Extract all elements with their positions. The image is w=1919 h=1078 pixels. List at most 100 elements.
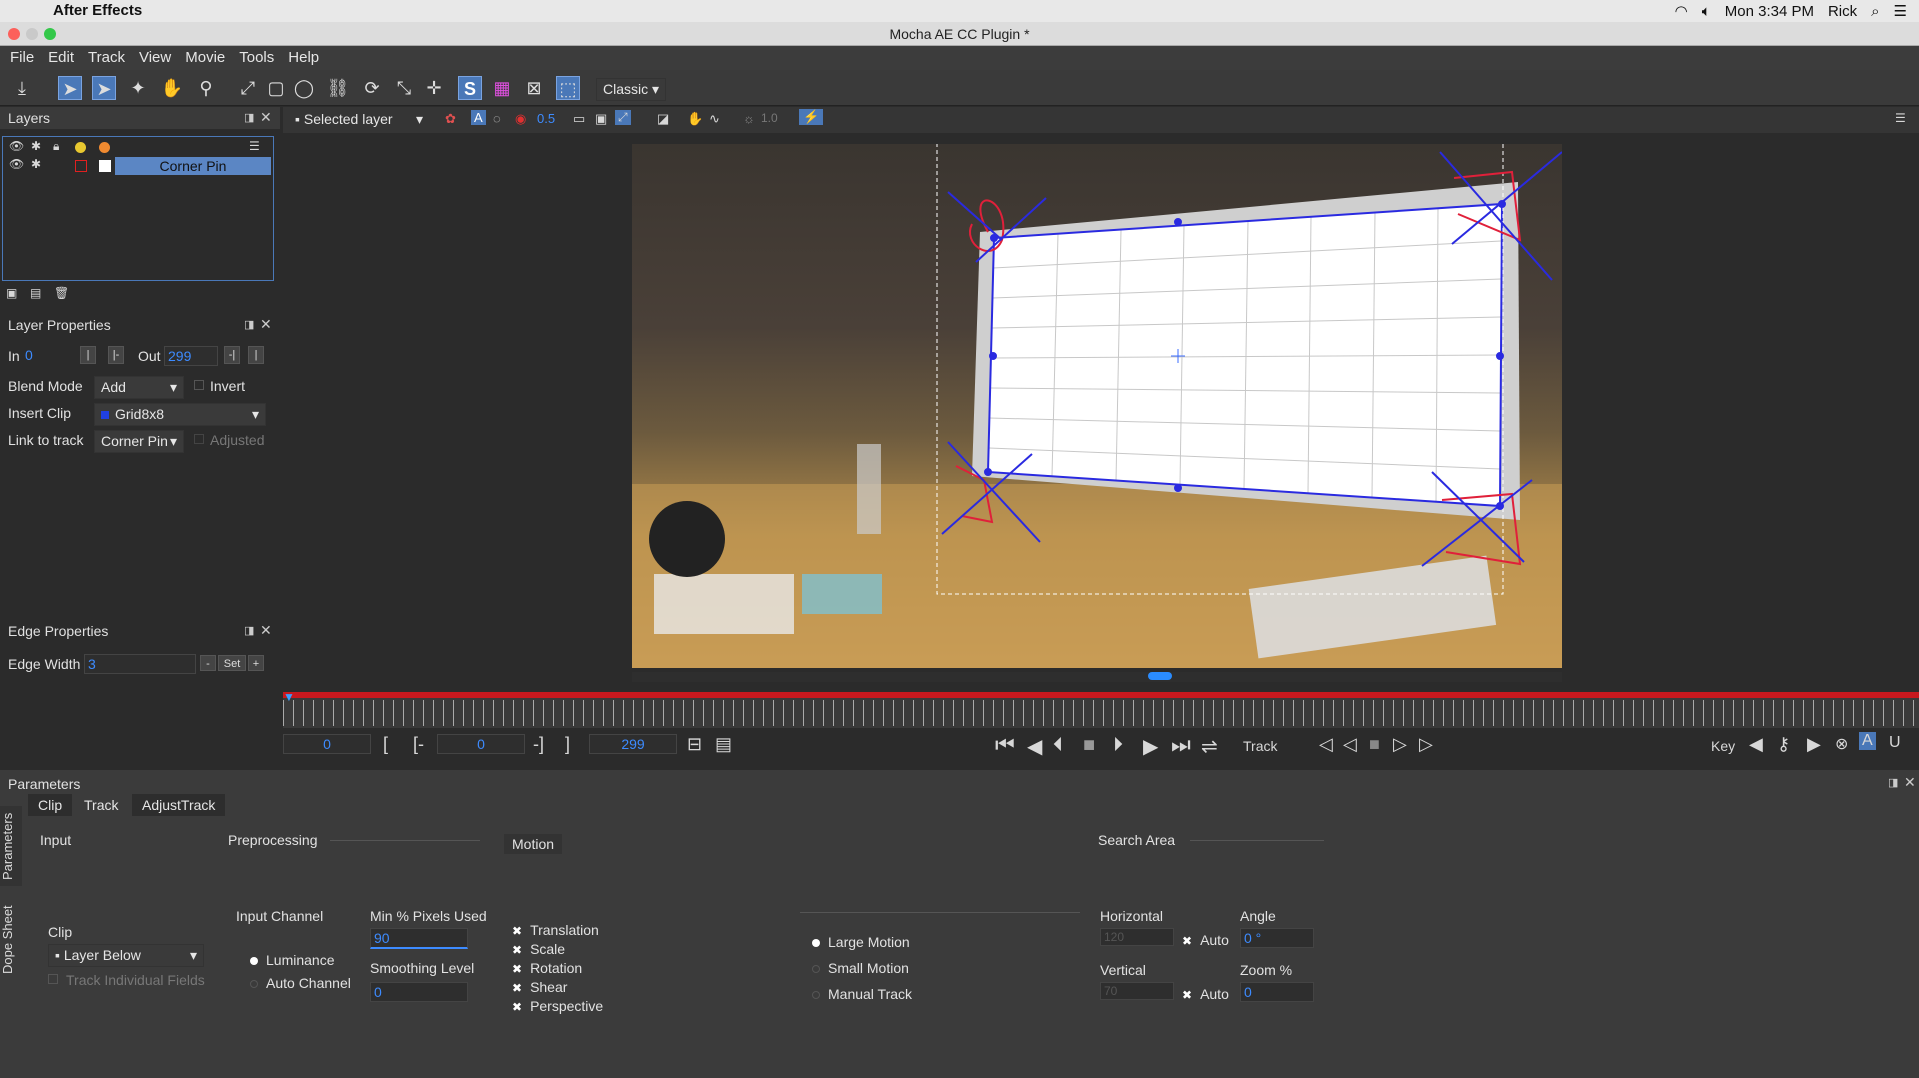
matte-view-icon[interactable]: ◉: [515, 111, 526, 127]
menu-movie[interactable]: Movie: [185, 46, 225, 70]
add-key-icon[interactable]: ⚷: [1777, 734, 1790, 755]
edge-width-minus[interactable]: -: [200, 655, 216, 671]
set-out-bracket[interactable]: ]: [565, 734, 570, 755]
planar-surface-icon[interactable]: ⬚: [556, 76, 580, 100]
horizontal-auto-checkbox[interactable]: ✖ Auto: [1182, 932, 1229, 948]
tab-clip[interactable]: Clip: [28, 794, 73, 816]
lock-icon[interactable]: 🔒︎: [53, 139, 59, 154]
min-pixels-field[interactable]: 90: [370, 928, 468, 949]
playhead-icon[interactable]: ▼: [283, 690, 295, 704]
layer-select-dropdown[interactable]: ▪ Selected layer ▾: [289, 109, 429, 130]
video-frame[interactable]: [632, 135, 1563, 668]
new-layer-icon[interactable]: ▣: [6, 286, 17, 300]
side-tab-parameters[interactable]: Parameters: [0, 806, 22, 886]
menu-help[interactable]: Help: [288, 46, 319, 70]
edge-width-field[interactable]: 3: [84, 654, 196, 674]
perspective-checkbox[interactable]: ✖ Perspective: [512, 998, 603, 1014]
first-frame-icon[interactable]: ⏮: [995, 732, 1015, 758]
step-back-icon[interactable]: ◀: [1027, 734, 1042, 759]
duplicate-layer-icon[interactable]: ▤: [30, 286, 41, 300]
zoom-window-button[interactable]: [44, 28, 56, 40]
gear-icon[interactable]: ✱: [31, 157, 41, 171]
display-icon[interactable]: ▭: [573, 111, 585, 127]
zoom-field[interactable]: 0: [1240, 982, 1314, 1002]
set-in-bracket[interactable]: [: [383, 734, 388, 755]
wifi-icon[interactable]: ◠: [1675, 2, 1688, 20]
trim-icon[interactable]: ⊟: [687, 734, 702, 755]
pin-icon[interactable]: ◨: [244, 624, 254, 637]
out-frame-field[interactable]: 299: [589, 734, 677, 754]
hand-view-icon[interactable]: ✋: [687, 111, 703, 127]
scroll-thumb[interactable]: [1148, 672, 1172, 680]
track-step-back-icon[interactable]: ◁: [1343, 734, 1357, 755]
exposure-value[interactable]: 1.0: [761, 111, 778, 125]
auto-channel-radio[interactable]: Auto Channel: [250, 975, 351, 991]
track-fields-checkbox[interactable]: [48, 974, 58, 984]
side-tab-dope-sheet[interactable]: Dope Sheet: [0, 900, 22, 980]
eye-icon[interactable]: 👁︎: [9, 157, 24, 171]
corner-pin-icon[interactable]: ⊠: [522, 76, 546, 100]
pick-tool-icon[interactable]: ➤: [58, 76, 82, 100]
curve-icon[interactable]: ∿: [709, 111, 720, 127]
volume-icon[interactable]: 🔈︎: [1702, 3, 1711, 20]
track-stop-icon[interactable]: ■: [1369, 734, 1380, 755]
minimize-window-button[interactable]: [26, 28, 38, 40]
stabilize-icon[interactable]: ⤢: [615, 110, 631, 125]
invert-checkbox[interactable]: [194, 380, 204, 390]
notification-icon[interactable]: ☰: [1894, 2, 1907, 20]
adjusted-checkbox[interactable]: [194, 434, 204, 444]
small-motion-radio[interactable]: Small Motion: [812, 960, 909, 976]
viewer-scrollbar[interactable]: [632, 672, 1562, 682]
undo-key-icon[interactable]: U: [1889, 734, 1901, 752]
blend-mode-dropdown[interactable]: Add ▾: [94, 376, 184, 399]
stop-icon[interactable]: ■: [1083, 734, 1095, 757]
snapshot-icon[interactable]: ⚡: [799, 109, 824, 125]
goto-out-icon[interactable]: -|: [224, 346, 240, 364]
goto-in-bracket[interactable]: [-: [413, 734, 424, 755]
exposure-icon[interactable]: ☼: [743, 111, 755, 126]
display2-icon[interactable]: ▣: [595, 111, 607, 127]
in-frame-field[interactable]: 0: [437, 734, 525, 754]
goto-out-bracket[interactable]: -]: [533, 734, 544, 755]
overlay-icon[interactable]: ◌: [493, 111, 501, 126]
select-all-tool-icon[interactable]: ➤: [92, 76, 116, 100]
large-motion-radio[interactable]: Large Motion: [812, 934, 910, 950]
translation-checkbox[interactable]: ✖ Translation: [512, 922, 599, 938]
shear-checkbox[interactable]: ✖ Shear: [512, 979, 567, 995]
play-back-icon[interactable]: ⏴: [1053, 734, 1063, 757]
close-window-button[interactable]: [8, 28, 20, 40]
rgb-icon[interactable]: ✿: [445, 111, 456, 127]
view-icon[interactable]: ◪: [657, 111, 669, 127]
matte-swatch[interactable]: [99, 160, 111, 172]
move-icon[interactable]: ✛: [422, 76, 446, 100]
viewer-menu-icon[interactable]: ☰: [1895, 111, 1906, 125]
pin-icon[interactable]: ◨: [1888, 776, 1898, 789]
tab-adjust-track[interactable]: AdjustTrack: [132, 794, 226, 816]
os-app-name[interactable]: After Effects: [53, 2, 142, 19]
angle-field[interactable]: 0 °: [1240, 928, 1314, 948]
insert-clip-dropdown[interactable]: Grid8x8 ▾: [94, 403, 266, 426]
matte-icon[interactable]: [99, 142, 110, 153]
menu-view[interactable]: View: [139, 46, 171, 70]
tab-track[interactable]: Track: [74, 794, 128, 816]
close-icon[interactable]: ✕: [260, 622, 272, 639]
vertical-field[interactable]: 70: [1100, 982, 1174, 1000]
last-frame-icon[interactable]: ⏭: [1171, 732, 1191, 758]
os-clock[interactable]: Mon 3:34 PM: [1725, 3, 1814, 20]
pin-icon[interactable]: ◨: [244, 318, 254, 331]
close-icon[interactable]: ✕: [1904, 774, 1916, 791]
prev-key-icon[interactable]: ◀: [1749, 734, 1763, 755]
menu-track[interactable]: Track: [88, 46, 125, 70]
out-field[interactable]: 299: [164, 346, 218, 366]
surface-icon[interactable]: S: [458, 76, 482, 100]
menu-file[interactable]: File: [10, 46, 34, 70]
autokey-icon[interactable]: A: [1859, 732, 1876, 750]
loop-icon[interactable]: ⇌: [1201, 734, 1218, 759]
delete-all-keys-icon[interactable]: ⊗: [1835, 734, 1848, 754]
next-key-icon[interactable]: ▶: [1807, 734, 1821, 755]
link-icon[interactable]: ⛓: [326, 76, 350, 100]
track-step-forward-icon[interactable]: ▷: [1393, 734, 1407, 755]
edge-width-set[interactable]: Set: [218, 655, 246, 671]
goto-in-icon[interactable]: |-: [108, 346, 124, 364]
vertical-auto-checkbox[interactable]: ✖ Auto: [1182, 986, 1229, 1002]
